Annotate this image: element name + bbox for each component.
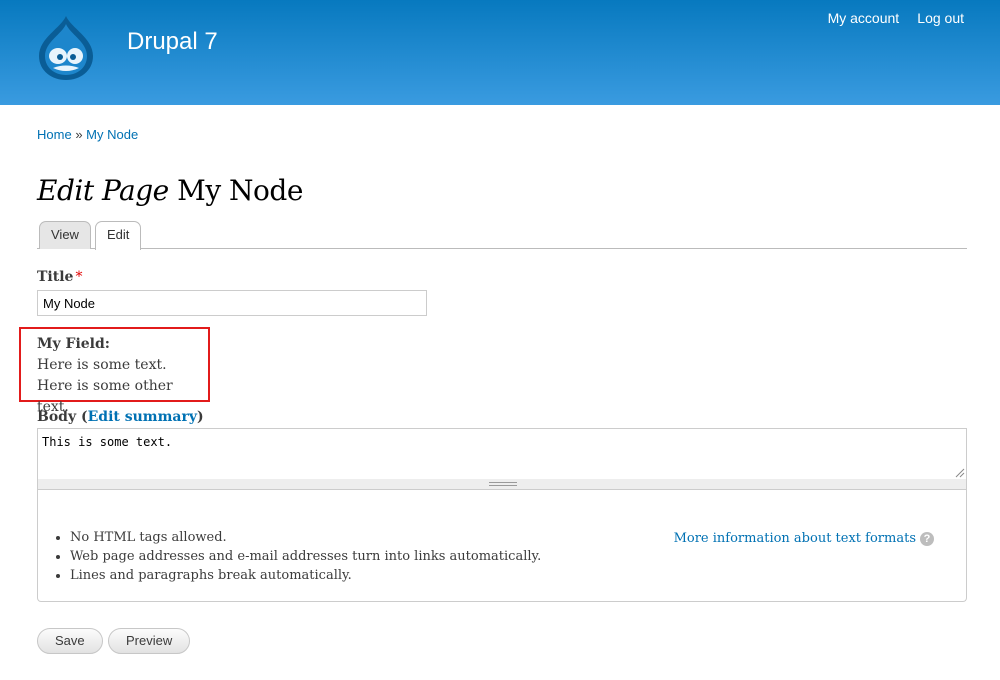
- text-format-help-link[interactable]: More information about text formats: [674, 531, 916, 546]
- breadcrumb: Home » My Node: [37, 127, 138, 142]
- title-label: Title *: [37, 269, 82, 285]
- primary-tabs: View Edit: [37, 221, 967, 250]
- grippie-handle-icon: [489, 482, 517, 486]
- my-field-item: Here is some text.: [37, 357, 167, 373]
- my-field-display: My Field: Here is some text. Here is som…: [19, 327, 210, 415]
- secondary-menu: My account Log out: [815, 8, 964, 27]
- title-input[interactable]: [37, 290, 427, 316]
- page-title-node: My Node: [177, 174, 303, 207]
- format-tip: Lines and paragraphs break automatically…: [70, 566, 541, 585]
- text-format-wrapper: No HTML tags allowed. Web page addresses…: [37, 490, 967, 602]
- my-account-link[interactable]: My account: [828, 10, 900, 26]
- textarea-grippie[interactable]: [37, 479, 967, 490]
- breadcrumb-separator: »: [75, 127, 83, 142]
- breadcrumb-home-link[interactable]: Home: [37, 127, 72, 142]
- drupal-logo-icon[interactable]: [35, 14, 97, 82]
- site-header: Drupal 7 My account Log out: [0, 0, 1000, 105]
- format-tip: No HTML tags allowed.: [70, 528, 541, 547]
- body-textarea[interactable]: This is some text.: [37, 428, 967, 480]
- tab-view[interactable]: View: [39, 221, 91, 249]
- my-field-label: My Field:: [37, 336, 110, 352]
- site-name[interactable]: Drupal 7: [127, 28, 218, 56]
- body-label-text: Body: [37, 409, 77, 425]
- resize-grip-icon[interactable]: [954, 467, 965, 478]
- format-tip: Web page addresses and e-mail addresses …: [70, 547, 541, 566]
- required-marker: *: [75, 269, 83, 285]
- page-title-prefix: Edit Page: [37, 174, 169, 207]
- tab-edit[interactable]: Edit: [95, 221, 142, 250]
- preview-button[interactable]: Preview: [108, 628, 191, 654]
- edit-summary-link[interactable]: Edit summary: [88, 409, 197, 425]
- question-circle-icon[interactable]: ?: [920, 532, 934, 546]
- log-out-link[interactable]: Log out: [917, 10, 964, 26]
- page-title: Edit Page My Node: [37, 174, 303, 207]
- save-button[interactable]: Save: [37, 628, 103, 654]
- format-tips-list: No HTML tags allowed. Web page addresses…: [51, 528, 541, 585]
- breadcrumb-current-link[interactable]: My Node: [86, 127, 138, 142]
- title-label-text: Title: [37, 269, 74, 285]
- body-label: Body (Edit summary): [37, 409, 204, 425]
